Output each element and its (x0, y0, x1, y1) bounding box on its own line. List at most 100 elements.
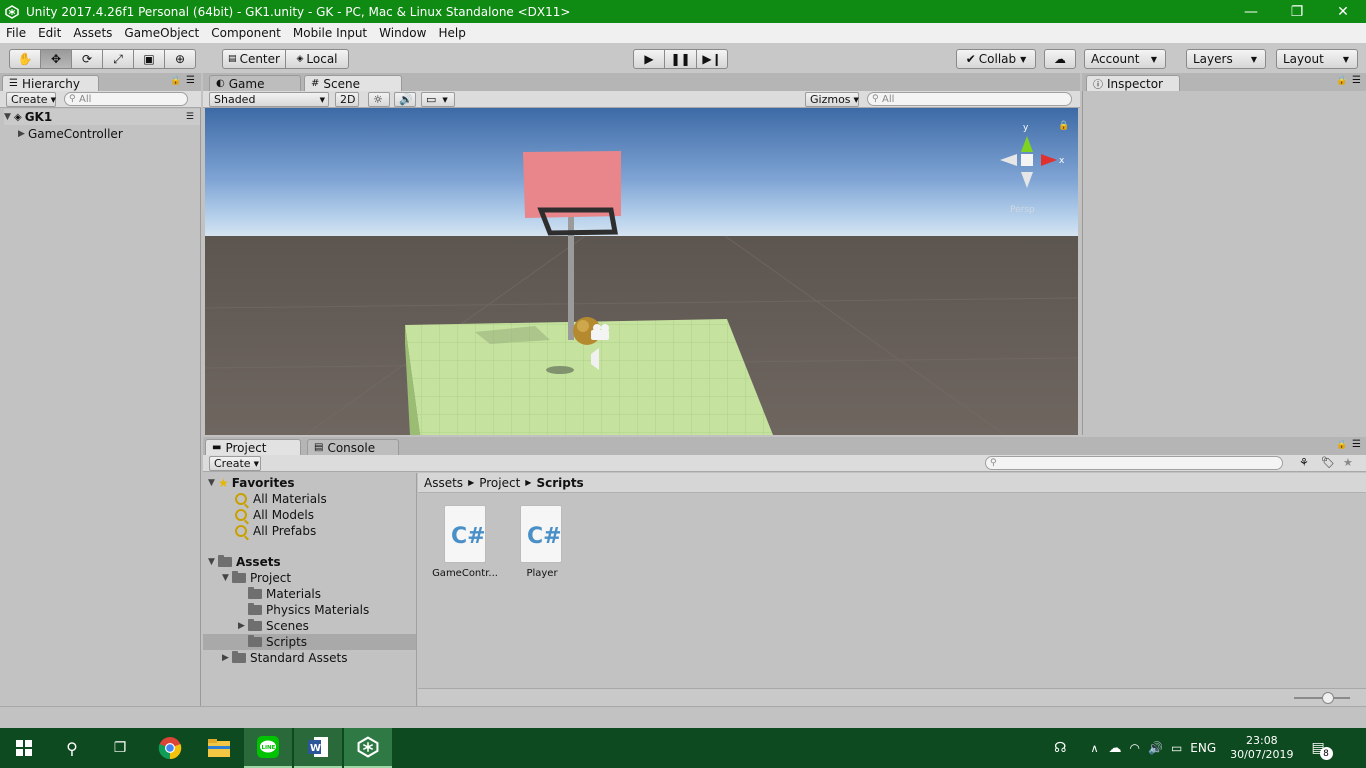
favorite-star-icon[interactable]: ★ (1343, 456, 1353, 469)
play-button[interactable]: ▶ (633, 49, 665, 69)
rect-tool-button[interactable]: ▣ (133, 49, 165, 69)
2d-toggle[interactable]: 2D (335, 92, 359, 107)
collapse-triangle-icon[interactable]: ▶ (222, 653, 232, 663)
lock-icon[interactable]: 🔒 (170, 76, 181, 86)
panel-menu-icon[interactable]: ☰ (186, 75, 195, 86)
menu-file[interactable]: File (0, 26, 32, 40)
hand-tool-button[interactable]: ✋ (9, 49, 41, 69)
collapse-triangle-icon[interactable]: ▶ (238, 621, 248, 631)
account-dropdown[interactable]: Account ▼ (1084, 49, 1166, 69)
folder-project[interactable]: ▼ Project (222, 570, 291, 586)
assets-header[interactable]: ▼ Assets (208, 554, 281, 570)
scene-menu-icon[interactable]: ☰ (186, 112, 194, 122)
project-create-dropdown[interactable]: Create ▼ (209, 456, 261, 471)
onedrive-cloud-icon[interactable]: ☁ (1109, 741, 1122, 756)
folder-standard-assets[interactable]: ▶ Standard Assets (222, 650, 347, 666)
tab-inspector[interactable]: ⓘ Inspector (1086, 75, 1180, 91)
tab-console[interactable]: ▤ Console (307, 439, 399, 455)
expand-triangle-icon[interactable]: ▼ (222, 573, 232, 583)
folder-physics-materials[interactable]: Physics Materials (238, 602, 369, 618)
line-button[interactable]: LINE (244, 728, 292, 768)
wifi-icon[interactable]: ◠ (1130, 741, 1140, 755)
show-hidden-icons-icon[interactable]: ∧ (1090, 742, 1098, 755)
hierarchy-item-gamecontroller[interactable]: ▶ GameController (18, 126, 123, 142)
notification-center-button[interactable]: ▤ 8 (1312, 740, 1333, 760)
breadcrumb-assets[interactable]: Assets (424, 476, 463, 490)
battery-icon[interactable]: ▭ (1171, 741, 1182, 755)
folder-tab-icon: ▬ (212, 442, 222, 453)
lock-icon[interactable]: 🔒 (1336, 440, 1347, 450)
rotate-tool-button[interactable]: ⟳ (71, 49, 103, 69)
favorites-header[interactable]: ▼ ★ Favorites (208, 475, 294, 491)
menu-window[interactable]: Window (373, 26, 432, 40)
shading-mode-dropdown[interactable]: Shaded ▼ (209, 92, 329, 107)
filter-label-icon[interactable]: 🏷 (1321, 456, 1335, 469)
transform-tool-button[interactable]: ⊕ (164, 49, 196, 69)
collab-dropdown[interactable]: ✔ Collab ▼ (956, 49, 1036, 69)
gizmos-dropdown[interactable]: Gizmos ▼ (805, 92, 859, 107)
search-button[interactable]: ⚲ (48, 728, 96, 768)
collapse-triangle-icon[interactable]: ▶ (18, 129, 28, 139)
asset-item-gamecontroller[interactable]: C# GameContr... (432, 505, 498, 579)
language-indicator[interactable]: ENG (1190, 741, 1216, 755)
scene-view[interactable]: y x Persp 🔒 (205, 108, 1078, 435)
volume-icon[interactable]: 🔊 (1148, 741, 1163, 755)
task-view-button[interactable]: ❐ (96, 728, 144, 768)
start-button[interactable] (0, 728, 48, 768)
scene-root[interactable]: ▼ ◈ GK1 ☰ (4, 109, 200, 125)
menu-edit[interactable]: Edit (32, 26, 67, 40)
lock-icon[interactable]: 🔒 (1336, 76, 1347, 86)
hierarchy-create-dropdown[interactable]: Create ▼ (6, 92, 56, 107)
folder-materials[interactable]: Materials (238, 586, 321, 602)
hierarchy-search-input[interactable]: ⚲ All (64, 92, 188, 106)
unity-button[interactable] (344, 728, 392, 768)
favorite-all-models[interactable]: All Models (235, 507, 314, 523)
pivot-center-button[interactable]: ▤ Center (222, 49, 286, 69)
pivot-local-button[interactable]: ◈ Local (285, 49, 349, 69)
menu-component[interactable]: Component (205, 26, 287, 40)
project-search-input[interactable]: ⚲ (985, 456, 1283, 470)
icon-size-slider-handle[interactable] (1322, 692, 1334, 704)
panel-menu-icon[interactable]: ☰ (1352, 75, 1361, 86)
tab-game[interactable]: ◐ Game (209, 75, 301, 91)
breadcrumb-project[interactable]: Project (479, 476, 520, 490)
tab-scene[interactable]: # Scene (304, 75, 402, 91)
menu-assets[interactable]: Assets (67, 26, 118, 40)
effects-dropdown[interactable]: ▭ ▼ (421, 92, 455, 107)
filter-type-icon[interactable]: ⚘ (1299, 456, 1309, 469)
expand-triangle-icon[interactable]: ▼ (4, 112, 14, 122)
maximize-button[interactable]: ❐ (1274, 0, 1320, 23)
tab-project[interactable]: ▬ Project (205, 439, 301, 455)
word-button[interactable]: W (294, 728, 342, 768)
expand-triangle-icon[interactable]: ▼ (208, 478, 218, 488)
clock[interactable]: 23:08 30/07/2019 (1230, 734, 1293, 762)
audio-toggle[interactable]: 🔊 (394, 92, 416, 107)
scale-tool-button[interactable]: ⤢ (102, 49, 134, 69)
layout-dropdown[interactable]: Layout ▼ (1276, 49, 1358, 69)
cloud-button[interactable]: ☁ (1044, 49, 1076, 69)
favorite-all-prefabs[interactable]: All Prefabs (235, 523, 316, 539)
step-button[interactable]: ▶❙ (696, 49, 728, 69)
gizmo-lock-icon[interactable]: 🔒 (1058, 120, 1069, 131)
lighting-toggle[interactable]: ☼ (368, 92, 390, 107)
scene-search-input[interactable]: ⚲ All (867, 92, 1072, 106)
expand-triangle-icon[interactable]: ▼ (208, 557, 218, 567)
folder-scripts[interactable]: Scripts (203, 634, 416, 650)
panel-menu-icon[interactable]: ☰ (1352, 439, 1361, 450)
file-explorer-button[interactable] (195, 728, 243, 768)
menu-mobile-input[interactable]: Mobile Input (287, 26, 373, 40)
pause-button[interactable]: ❚❚ (664, 49, 697, 69)
move-tool-button[interactable]: ✥ (40, 49, 72, 69)
folder-scenes[interactable]: ▶ Scenes (238, 618, 309, 634)
asset-item-player[interactable]: C# Player (509, 505, 575, 579)
chrome-button[interactable] (146, 728, 194, 768)
layers-dropdown[interactable]: Layers ▼ (1186, 49, 1266, 69)
breadcrumb-scripts[interactable]: Scripts (536, 476, 583, 490)
close-button[interactable]: ✕ (1320, 0, 1366, 23)
menu-gameobject[interactable]: GameObject (118, 26, 205, 40)
favorite-all-materials[interactable]: All Materials (235, 491, 327, 507)
minimize-button[interactable]: — (1228, 0, 1274, 23)
tab-hierarchy[interactable]: ☰ Hierarchy (2, 75, 99, 91)
people-icon[interactable]: ☊ (1054, 740, 1066, 756)
menu-help[interactable]: Help (432, 26, 471, 40)
